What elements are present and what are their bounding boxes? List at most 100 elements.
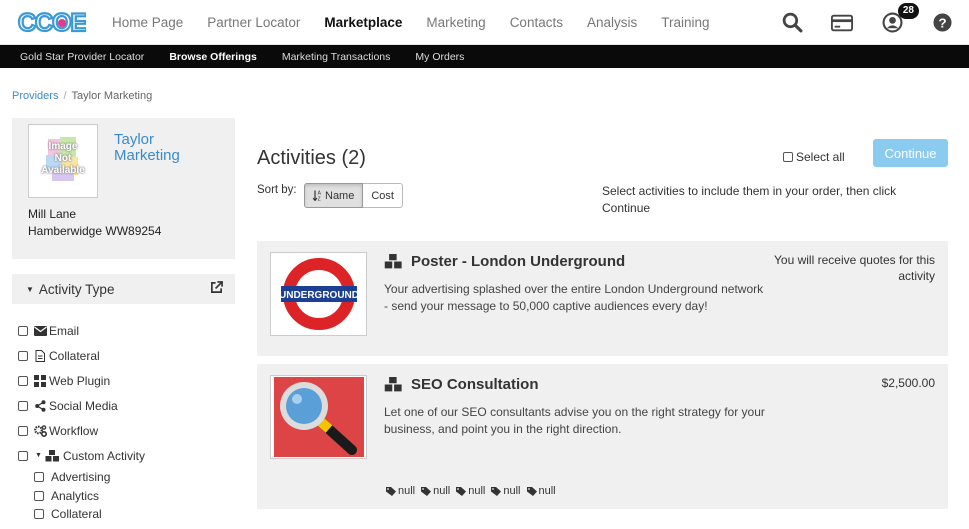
document-icon bbox=[33, 349, 47, 362]
svg-text:Z: Z bbox=[318, 197, 321, 202]
continue-button[interactable]: Continue bbox=[873, 139, 948, 167]
top-icons: 28 ? bbox=[753, 0, 953, 45]
subnav-marketing-transactions[interactable]: Marketing Transactions bbox=[282, 51, 391, 63]
provider-name-link[interactable]: Taylor Marketing bbox=[114, 132, 224, 164]
filter-item-email[interactable]: Email bbox=[18, 318, 238, 343]
activity-card[interactable]: UNDERGROUND Poster - London Underground … bbox=[257, 241, 948, 356]
activity-description: Let one of our SEO consultants advise yo… bbox=[384, 405, 765, 436]
address-line-2: Hamberwidge WW89254 bbox=[28, 224, 162, 238]
activity-type-filter-header[interactable]: ▼ Activity Type bbox=[12, 274, 235, 304]
provider-panel: Image Not Available Taylor Marketing Mil… bbox=[12, 118, 235, 259]
tag-icon bbox=[526, 486, 537, 496]
filter-checkbox[interactable] bbox=[34, 472, 44, 483]
sort-by-label: Sort by: bbox=[257, 184, 297, 196]
tag-icon bbox=[421, 486, 432, 496]
filter-subitem-advertising[interactable]: Advertising bbox=[18, 468, 238, 487]
search-icon[interactable] bbox=[781, 12, 803, 34]
filter-label: Advertising bbox=[51, 470, 111, 485]
nav-training[interactable]: Training bbox=[661, 15, 709, 30]
filter-label: Social Media bbox=[49, 398, 118, 413]
grid-icon bbox=[33, 374, 47, 387]
filter-checkbox[interactable] bbox=[18, 400, 28, 411]
select-all-checkbox[interactable] bbox=[783, 152, 793, 162]
envelope-icon bbox=[33, 325, 47, 337]
underground-sign-text: UNDERGROUND bbox=[279, 290, 359, 301]
filter-subitem-analytics[interactable]: Analytics bbox=[18, 487, 238, 506]
help-icon[interactable]: ? bbox=[931, 12, 953, 34]
provider-image: Image Not Available bbox=[28, 124, 98, 198]
filter-item-social-media[interactable]: Social Media bbox=[18, 393, 238, 418]
activity-thumbnail bbox=[270, 375, 367, 459]
activities-title: Activities (2) bbox=[257, 147, 366, 169]
select-all[interactable]: Select all bbox=[783, 150, 845, 164]
filter-checkbox[interactable] bbox=[18, 425, 28, 436]
nav-marketing[interactable]: Marketing bbox=[426, 15, 485, 30]
filter-label: Analytics bbox=[51, 488, 100, 503]
share-icon bbox=[33, 399, 47, 412]
subnav-browse-offerings[interactable]: Browse Offerings bbox=[169, 51, 257, 63]
logo-text: CCOE bbox=[18, 9, 86, 37]
activity-title-text: SEO Consultation bbox=[411, 376, 539, 393]
nav-contacts[interactable]: Contacts bbox=[510, 15, 563, 30]
breadcrumb-providers-link[interactable]: Providers bbox=[12, 90, 58, 102]
filter-checkbox[interactable] bbox=[18, 350, 28, 361]
sort-cost-button[interactable]: Cost bbox=[363, 183, 403, 208]
breadcrumb-current: Taylor Marketing bbox=[71, 90, 153, 102]
filter-label: Email bbox=[49, 323, 80, 338]
activity-title[interactable]: SEO Consultation bbox=[384, 376, 539, 393]
tag-item: null bbox=[421, 485, 450, 497]
nav-marketplace[interactable]: Marketplace bbox=[324, 15, 402, 30]
ccoe-logo[interactable]: CCOE bbox=[16, 7, 86, 37]
filter-checkbox[interactable] bbox=[18, 450, 28, 461]
filter-label: Collateral bbox=[49, 348, 100, 363]
nav-home-page[interactable]: Home Page bbox=[112, 15, 183, 30]
filter-item-workflow[interactable]: Workflow bbox=[18, 418, 238, 443]
filter-item-custom-activity[interactable]: ▼ Custom Activity bbox=[18, 443, 238, 468]
filter-label: Web Plugin bbox=[49, 373, 111, 388]
user-account-icon[interactable]: 28 bbox=[881, 2, 919, 34]
filter-item-collateral[interactable]: Collateral bbox=[18, 343, 238, 368]
main-nav: Home Page Partner Locator Marketplace Ma… bbox=[112, 0, 734, 45]
activity-price: $2,500.00 bbox=[881, 376, 935, 390]
image-not-available-placeholder: Image Not Available bbox=[40, 135, 86, 187]
activity-card[interactable]: SEO Consultation Let one of our SEO cons… bbox=[257, 364, 948, 509]
nav-partner-locator[interactable]: Partner Locator bbox=[207, 15, 300, 30]
filter-label: Workflow bbox=[49, 423, 99, 438]
activity-title[interactable]: Poster - London Underground bbox=[384, 253, 625, 270]
sort-name-button[interactable]: AZ Name bbox=[304, 183, 364, 208]
selection-instructions: Select activities to include them in you… bbox=[602, 184, 897, 215]
provider-address: Mill Lane Hamberwidge WW89254 bbox=[28, 206, 161, 240]
cubes-icon bbox=[384, 377, 403, 392]
cogs-icon bbox=[33, 424, 47, 437]
tag-item: null bbox=[526, 485, 556, 497]
caret-down-icon[interactable]: ▼ bbox=[35, 452, 42, 459]
notification-badge: 28 bbox=[897, 2, 919, 19]
filter-item-web-plugin[interactable]: Web Plugin bbox=[18, 368, 238, 393]
filter-subitem-collateral[interactable]: Collateral bbox=[18, 505, 238, 524]
filter-label: Custom Activity bbox=[62, 448, 145, 463]
nav-analysis[interactable]: Analysis bbox=[587, 15, 637, 30]
top-navbar: CCOE Home Page Partner Locator Marketpla… bbox=[0, 0, 969, 45]
filter-label: Collateral bbox=[51, 507, 102, 522]
caret-down-icon: ▼ bbox=[26, 284, 34, 294]
sub-navbar: Gold Star Provider Locator Browse Offeri… bbox=[0, 45, 969, 68]
filter-checkbox[interactable] bbox=[34, 509, 44, 520]
filter-checkbox[interactable] bbox=[34, 490, 44, 501]
tag-item: null bbox=[456, 485, 485, 497]
filter-checkbox[interactable] bbox=[18, 325, 28, 336]
activity-price: You will receive quotes for this activit… bbox=[774, 253, 935, 283]
image-placeholder-text: Image Not Available bbox=[41, 141, 85, 176]
tag-item: null bbox=[491, 485, 521, 497]
sort-buttons: AZ Name Cost bbox=[304, 183, 403, 208]
breadcrumb-separator: / bbox=[63, 90, 67, 102]
credit-card-icon[interactable] bbox=[831, 12, 853, 34]
filter-checkbox[interactable] bbox=[18, 375, 28, 386]
select-all-label: Select all bbox=[796, 150, 845, 164]
tag-icon bbox=[491, 486, 502, 496]
sort-name-label: Name bbox=[325, 189, 355, 202]
subnav-gold-star-provider-locator[interactable]: Gold Star Provider Locator bbox=[20, 51, 144, 63]
cubes-icon bbox=[384, 254, 403, 269]
activity-type-filter-list: Email Collateral Web Plugin Social Media… bbox=[18, 318, 238, 524]
external-link-icon[interactable] bbox=[210, 281, 223, 297]
subnav-my-orders[interactable]: My Orders bbox=[415, 51, 464, 63]
